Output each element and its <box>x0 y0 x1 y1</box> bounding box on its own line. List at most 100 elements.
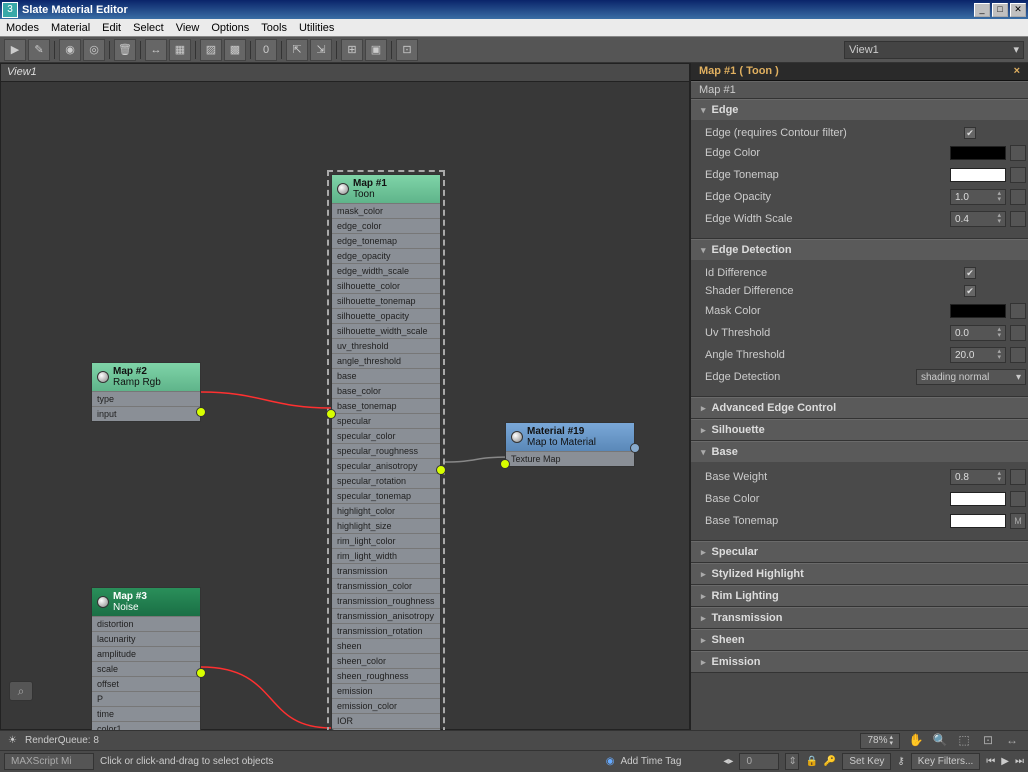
zoom-region-icon[interactable]: ⬚ <box>956 733 972 749</box>
addtime-label[interactable]: Add Time Tag <box>620 756 681 767</box>
node-param[interactable]: highlight_size <box>332 518 440 533</box>
base-weight-spinner[interactable]: 0.8▴▾ <box>950 469 1006 485</box>
node-param[interactable]: silhouette_color <box>332 278 440 293</box>
section-specular[interactable]: Specular <box>691 541 1028 562</box>
panel-name-field[interactable]: Map #1 <box>691 81 1028 99</box>
picker-tool[interactable]: ✎ <box>28 39 50 61</box>
node-param[interactable]: specular_color <box>332 428 440 443</box>
node-param[interactable]: scale <box>92 661 200 676</box>
map-slot[interactable] <box>1010 211 1026 227</box>
menu-material[interactable]: Material <box>51 22 90 34</box>
output-socket[interactable] <box>436 465 446 475</box>
node-param[interactable]: sheen_roughness <box>332 668 440 683</box>
menu-modes[interactable]: Modes <box>6 22 39 34</box>
node-param[interactable]: uv_threshold <box>332 338 440 353</box>
node-param[interactable]: specular_anisotropy <box>332 458 440 473</box>
pointer-tool[interactable]: ▶ <box>4 39 26 61</box>
node-param[interactable]: edge_color <box>332 218 440 233</box>
menu-select[interactable]: Select <box>133 22 164 34</box>
node-param[interactable]: specular_roughness <box>332 443 440 458</box>
next-key-icon[interactable]: ⏭ <box>1015 756 1024 767</box>
minimize-button[interactable]: _ <box>974 3 990 17</box>
grid-button[interactable]: ⊞ <box>341 39 363 61</box>
menu-tools[interactable]: Tools <box>261 22 287 34</box>
node-param[interactable]: edge_opacity <box>332 248 440 263</box>
preview-button[interactable]: 0 <box>255 39 277 61</box>
angle-threshold-spinner[interactable]: 20.0▴▾ <box>950 347 1006 363</box>
menu-options[interactable]: Options <box>211 22 249 34</box>
section-stylized[interactable]: Stylized Highlight <box>691 563 1028 584</box>
node-param[interactable]: silhouette_tonemap <box>332 293 440 308</box>
menu-view[interactable]: View <box>176 22 200 34</box>
assign-button[interactable]: ◉ <box>59 39 81 61</box>
zoom-icon[interactable]: 🔍 <box>932 733 948 749</box>
edge-tonemap-swatch[interactable] <box>950 168 1006 182</box>
frame-field[interactable]: 0 <box>739 753 779 770</box>
maxscript-field[interactable]: MAXScript Mi <box>4 753 94 770</box>
node-param[interactable]: sheen <box>332 638 440 653</box>
node-param[interactable]: time <box>92 706 200 721</box>
node-param[interactable]: emission_color <box>332 698 440 713</box>
node-map2[interactable]: Map #2Ramp Rgb type input <box>91 362 201 422</box>
lock-icon[interactable]: 🔒 <box>805 756 817 767</box>
node-param[interactable]: specular <box>332 413 440 428</box>
node-param[interactable]: rim_light_width <box>332 548 440 563</box>
keyfilters-button[interactable]: Key Filters... <box>911 753 981 770</box>
play-icon[interactable]: ▶ <box>1001 756 1009 767</box>
map-slot[interactable] <box>1010 347 1026 363</box>
section-silhouette[interactable]: Silhouette <box>691 419 1028 440</box>
section-emission[interactable]: Emission <box>691 651 1028 672</box>
output-socket[interactable] <box>196 407 206 417</box>
setkey-button[interactable]: Set Key <box>842 753 891 770</box>
node-param[interactable]: mask_color <box>332 203 440 218</box>
section-edge-detection[interactable]: Edge Detection <box>691 239 1028 260</box>
node-param[interactable]: base <box>332 368 440 383</box>
output-socket[interactable] <box>196 668 206 678</box>
output-socket[interactable] <box>630 443 640 453</box>
apply-button[interactable]: ◎ <box>83 39 105 61</box>
node-param[interactable]: silhouette_width_scale <box>332 323 440 338</box>
select-child-button[interactable]: ⇲ <box>310 39 332 61</box>
section-edge[interactable]: Edge <box>691 99 1028 120</box>
node-param[interactable]: lacunarity <box>92 631 200 646</box>
node-param[interactable]: Texture Map <box>506 451 634 466</box>
id-diff-checkbox[interactable]: ✔ <box>964 267 976 279</box>
pan-view-icon[interactable]: ↔ <box>1004 733 1020 749</box>
extra-button[interactable]: ⊡ <box>396 39 418 61</box>
section-base[interactable]: Base <box>691 441 1028 462</box>
view-tab[interactable]: View1 <box>1 64 689 82</box>
snap-button[interactable]: ▣ <box>365 39 387 61</box>
view-selector[interactable]: View1▾ <box>844 41 1024 59</box>
section-adv-edge[interactable]: Advanced Edge Control <box>691 397 1028 418</box>
base-tonemap-swatch[interactable] <box>950 514 1006 528</box>
node-param[interactable]: silhouette_opacity <box>332 308 440 323</box>
map-slot[interactable] <box>1010 491 1026 507</box>
move-button[interactable]: ↔ <box>145 39 167 61</box>
pan-icon[interactable]: ✋ <box>908 733 924 749</box>
input-socket[interactable] <box>500 459 510 469</box>
zoom-field[interactable]: 78%▴▾ <box>860 733 900 749</box>
prev-key-icon[interactable]: ⏮ <box>986 756 995 767</box>
maximize-button[interactable]: □ <box>992 3 1008 17</box>
navigator-icon[interactable]: ⌕ <box>9 681 33 701</box>
node-map1[interactable]: Map #1Toon mask_coloredge_coloredge_tone… <box>331 174 441 759</box>
node-param[interactable]: amplitude <box>92 646 200 661</box>
node-param[interactable]: input <box>92 406 200 421</box>
node-param[interactable]: offset <box>92 676 200 691</box>
base-color-swatch[interactable] <box>950 492 1006 506</box>
map-slot[interactable] <box>1010 167 1026 183</box>
edge-opacity-spinner[interactable]: 1.0▴▾ <box>950 189 1006 205</box>
mask-color-swatch[interactable] <box>950 304 1006 318</box>
section-transmission[interactable]: Transmission <box>691 607 1028 628</box>
node-param[interactable]: edge_tonemap <box>332 233 440 248</box>
map-slot[interactable]: M <box>1010 513 1026 529</box>
node-param[interactable]: base_tonemap <box>332 398 440 413</box>
node-material19[interactable]: Material #19Map to Material Texture Map <box>505 422 635 467</box>
node-param[interactable]: specular_tonemap <box>332 488 440 503</box>
node-param[interactable]: transmission_color <box>332 578 440 593</box>
zoom-extents-icon[interactable]: ⊡ <box>980 733 996 749</box>
map-slot[interactable] <box>1010 303 1026 319</box>
panel-close-icon[interactable]: × <box>1014 65 1020 78</box>
node-param[interactable]: highlight_color <box>332 503 440 518</box>
node-param[interactable]: base_color <box>332 383 440 398</box>
